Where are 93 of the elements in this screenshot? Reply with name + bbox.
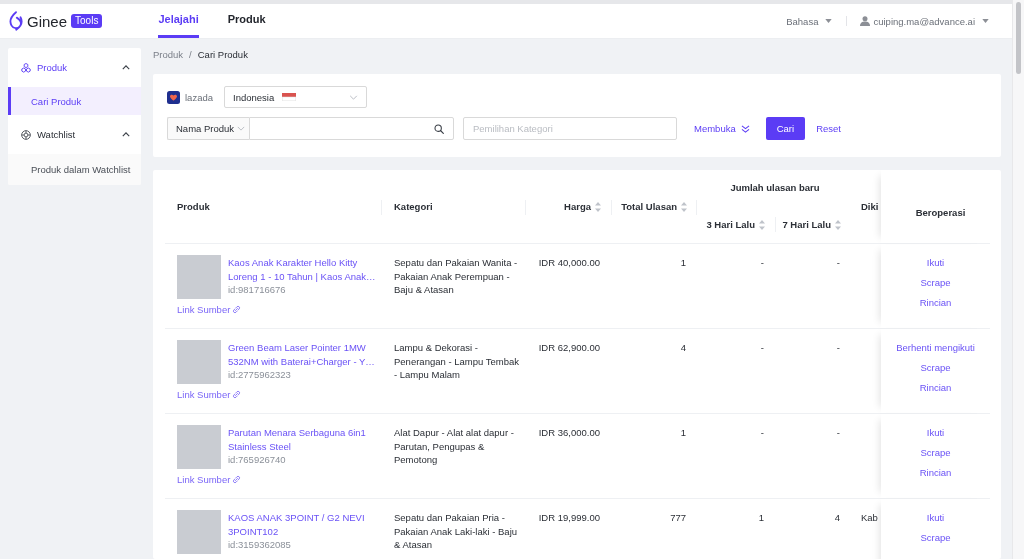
logo-icon [8,11,24,31]
breadcrumb-separator: / [189,48,192,62]
user-icon [860,16,871,26]
link-icon [232,305,242,315]
double-chevron-icon [740,124,750,133]
chevron-down-icon [349,94,358,100]
column-header: Produk [177,201,210,212]
action-link[interactable]: Ikuti [926,423,945,443]
table-cell: - [760,257,764,268]
action-link[interactable]: Ikuti [926,253,945,273]
column-header: Diki [861,201,879,212]
product-id: id:3159362085 [228,538,292,552]
table-cell: 4 [834,512,840,523]
table-cell: 1 [758,512,764,523]
product-id: id:981716676 [228,283,287,297]
action-link[interactable]: Scrape [920,528,951,548]
caret-icon [982,19,989,23]
column-header[interactable]: 7 Hari Lalu [782,219,841,230]
table-cell: 777 [670,512,686,523]
product-id: id:2775962323 [228,368,292,382]
product-title-link[interactable]: Green Beam Laser Pointer 1MW 532NM with Baterai+Charger - Y… [228,341,381,368]
column-header: Beroperasi [915,207,966,218]
action-link[interactable]: Scrape [920,443,951,463]
logo-text: Ginee [27,12,68,30]
column-header: Jumlah ulasan baru [730,182,820,193]
logo-badge: Tools [71,14,103,28]
flag-icon [282,93,297,101]
column-header[interactable]: Total Ulasan [621,201,687,212]
sidebar-group[interactable]: Watchlist [8,115,141,154]
table-cell: 4 [680,342,686,353]
expand-link[interactable]: Membuka [694,123,750,134]
action-link[interactable]: Berhenti mengikuti [896,338,975,358]
photo-placeholder [177,425,221,469]
table-cell: - [760,342,764,353]
table-cell: IDR 36,000.00 [538,427,600,438]
search-icon [434,123,444,134]
table-cell: 1 [680,257,686,268]
action-link[interactable]: Scrape [920,358,951,378]
table-cell: - [836,427,840,438]
user-menu[interactable]: cuiping.ma@advance.ai [860,15,989,27]
product-title-link[interactable]: Kaos Anak Karakter Hello Kitty Loreng 1 - 10 Tahun | Kaos Anak… [228,256,381,283]
table-cell: - [836,342,840,353]
target-icon [21,129,31,140]
search-field[interactable] [249,117,454,140]
column-header: Kategori [394,201,433,212]
category-field[interactable]: Pemilihan Kategori [463,117,677,140]
breadcrumb-item: Cari Produk [197,48,248,62]
product-id: id:765926740 [228,453,287,467]
action-link[interactable]: Scrape [920,273,951,293]
search-button[interactable]: Cari [765,117,806,140]
table-cell: IDR 19,999.00 [538,512,600,523]
action-link[interactable]: Rincian [919,378,952,398]
photo-placeholder [177,510,221,554]
table-cell: - [836,257,840,268]
table-cell: IDR 40,000.00 [538,257,600,268]
shop-logo-icon [167,90,180,104]
sidebar-item[interactable]: Produk dalam Watchlist [8,154,141,185]
sidebar-group[interactable]: Produk [8,48,141,87]
table-cell: Sepatu dan Pakaian Pria - Pakaian Anak Laki-laki - Baju & Atasan [394,512,518,550]
search-type-select[interactable]: Nama Produk [167,117,249,140]
photo-placeholder [177,255,221,299]
product-title-link[interactable]: Parutan Menara Serbaguna 6in1 Stainless Steel [228,426,381,453]
action-link[interactable]: Rincian [919,463,952,483]
product-title-link[interactable]: KAOS ANAK 3POINT / G2 NEVI 3POINT102 [228,511,381,538]
source-link[interactable]: Link Sumber [177,473,242,487]
cubes-icon [21,62,31,73]
table-cell: Lampu & Dekorasi - Penerangan - Lampu Tembak - Lampu Malam [394,342,519,380]
table-cell: Alat Dapur - Alat alat dapur - Parutan, Pengupas & Pemotong [394,427,514,465]
source-link[interactable]: Link Sumber [177,388,242,402]
link-icon [232,390,242,400]
table-cell: 1 [680,427,686,438]
country-select[interactable]: Indonesia [224,86,367,108]
action-link[interactable]: Rincian [919,293,952,313]
sidebar-item[interactable]: Cari Produk [8,87,141,115]
language-dropdown[interactable]: Bahasa [786,15,833,27]
link-icon [232,475,242,485]
action-link[interactable]: Ikuti [926,508,945,528]
marketplace-name: lazada [185,91,213,103]
chevron-down-icon [237,126,246,131]
breadcrumb-item[interactable]: Produk [153,48,184,62]
table-cell: Kab [861,512,878,523]
nav-tab[interactable]: Jelajahi [158,4,199,38]
reset-button[interactable]: Reset [811,123,846,134]
table-cell: IDR 62,900.00 [538,342,600,353]
column-header[interactable]: 3 Hari Lalu [706,219,765,230]
table-cell: - [760,427,764,438]
column-header[interactable]: Harga [564,201,601,212]
table-cell: Sepatu dan Pakaian Wanita - Pakaian Anak Perempuan - Baju & Atasan [394,257,518,295]
source-link[interactable]: Link Sumber [177,303,242,317]
nav-tab[interactable]: Produk [227,4,266,38]
scrollbar-thumb[interactable] [1016,2,1021,74]
photo-placeholder [177,340,221,384]
caret-icon [825,19,833,23]
